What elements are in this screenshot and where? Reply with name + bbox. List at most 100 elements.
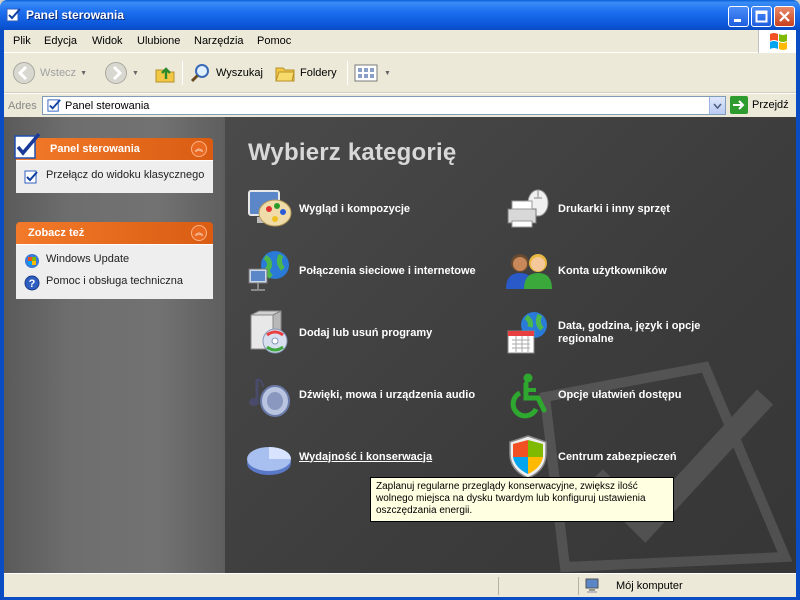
user-accounts-icon [506, 254, 552, 289]
folders-icon [275, 67, 295, 82]
category-tooltip: Zaplanuj regularne przeglądy konserwacyj… [370, 477, 674, 522]
performance-icon [247, 447, 291, 475]
minimize-icon [734, 19, 741, 22]
go-arrow-icon [730, 96, 748, 114]
address-bar: Adres Panel sterowania Przejdź [4, 93, 796, 117]
control-panel-icon [6, 8, 21, 22]
task-label: Pomoc i obsługa techniczna [46, 275, 183, 287]
folder-up-icon [155, 67, 175, 83]
collapse-chevron-icon[interactable]: ︽ [191, 225, 207, 241]
category-label: Opcje ułatwień dostępu [558, 388, 682, 401]
category-label: Dźwięki, mowa i urządzenia audio [299, 388, 476, 401]
category-label: Konta użytkowników [558, 264, 667, 277]
maximize-button[interactable] [751, 6, 772, 27]
menu-edit[interactable]: Edycja [44, 35, 77, 47]
window-border-right [796, 30, 800, 600]
category-appearance[interactable]: Wygląd i kompozycje [245, 185, 410, 233]
folders-label: Foldery [300, 67, 337, 79]
category-printers[interactable]: Drukarki i inny sprzęt [504, 185, 670, 233]
category-security-center[interactable]: Centrum zabezpieczeń [504, 433, 677, 481]
folders-button[interactable]: Foldery [274, 61, 337, 85]
svg-text:?: ? [29, 278, 36, 290]
back-label: Wstecz [40, 67, 77, 79]
address-value: Panel sterowania [65, 100, 150, 112]
appearance-icon [248, 190, 292, 227]
section-title: Zobacz też [28, 227, 85, 239]
close-button[interactable] [774, 6, 795, 27]
help-support-link[interactable]: ? Pomoc i obsługa techniczna [24, 275, 205, 291]
control-panel-section: Panel sterowania ︽ Przełącz do widoku kl… [14, 132, 213, 193]
toolbar-separator [347, 61, 348, 85]
section-body: Windows Update ? Pomoc i obsługa technic… [16, 244, 213, 299]
go-button[interactable]: Przejdź [730, 96, 789, 114]
search-button[interactable]: Wyszukaj [190, 61, 263, 85]
see-also-section-header[interactable]: Zobacz też ︽ [16, 222, 213, 244]
menu-file[interactable]: Plik [13, 35, 31, 47]
back-dropdown-icon[interactable]: ▼ [80, 70, 87, 77]
title-bar[interactable]: Panel sterowania [0, 0, 800, 30]
category-user-accounts[interactable]: Konta użytkowników [504, 247, 667, 295]
date-time-icon [507, 312, 547, 354]
category-add-remove-programs[interactable]: Dodaj lub usuń programy [245, 309, 432, 357]
task-label: Windows Update [46, 253, 130, 265]
category-date-time[interactable]: Data, godzina, język i opcje regionalne [504, 309, 728, 357]
maximize-icon [755, 10, 768, 23]
forward-button[interactable]: ▼ [104, 61, 139, 85]
printer-icon [507, 189, 549, 228]
forward-dropdown-icon[interactable]: ▼ [132, 70, 139, 77]
address-label: Adres [8, 100, 37, 112]
close-icon [779, 11, 790, 22]
switch-view-icon [24, 170, 38, 184]
page-title: Wybierz kategorię [248, 139, 457, 166]
control-panel-icon [14, 132, 41, 159]
windows-flag-icon [770, 33, 787, 50]
category-label: Centrum zabezpieczeń [558, 450, 677, 463]
category-performance[interactable]: Wydajność i konserwacja [245, 433, 432, 481]
status-cell [578, 577, 792, 595]
category-label: Wydajność i konserwacja [299, 450, 433, 463]
windows-logo [758, 30, 796, 53]
control-panel-icon [47, 99, 61, 112]
go-label: Przejdź [752, 99, 789, 111]
category-label: Dodaj lub usuń programy [299, 326, 433, 339]
see-also-section: Zobacz też ︽ Windows Update ? Pomoc i ob… [16, 222, 213, 299]
views-button[interactable]: ▼ [354, 61, 391, 85]
status-cell [498, 577, 578, 595]
switch-classic-view-link[interactable]: Przełącz do widoku klasycznego [24, 169, 205, 185]
menu-view[interactable]: Widok [92, 35, 123, 47]
control-panel-section-header[interactable]: Panel sterowania ︽ [14, 132, 213, 160]
search-icon [190, 64, 209, 83]
chevron-down-icon [713, 102, 722, 109]
sounds-icon [249, 378, 290, 417]
toolbar-separator [182, 61, 183, 85]
minimize-button[interactable] [728, 6, 749, 27]
task-pane: Panel sterowania ︽ Przełącz do widoku kl… [4, 117, 225, 573]
address-dropdown-button[interactable] [709, 97, 725, 114]
menu-help[interactable]: Pomoc [257, 35, 291, 47]
task-label: Przełącz do widoku klasycznego [46, 169, 205, 181]
section-body: Przełącz do widoku klasycznego [16, 160, 213, 193]
category-label: Drukarki i inny sprzęt [558, 202, 670, 215]
status-bar: Mój komputer [4, 573, 796, 597]
back-button[interactable]: Wstecz ▼ [12, 61, 87, 85]
views-dropdown-icon[interactable]: ▼ [384, 70, 391, 77]
address-input[interactable]: Panel sterowania [42, 96, 726, 115]
category-network[interactable]: Połączenia sieciowe i internetowe [245, 247, 476, 295]
menu-favorites[interactable]: Ulubione [137, 35, 180, 47]
category-label: Wygląd i kompozycje [299, 202, 411, 215]
collapse-chevron-icon[interactable]: ︽ [191, 141, 207, 157]
windows-update-icon [25, 254, 39, 268]
up-button[interactable] [154, 61, 176, 85]
network-icon [248, 251, 289, 291]
section-title: Panel sterowania [50, 143, 140, 155]
windows-update-link[interactable]: Windows Update [24, 253, 205, 269]
help-icon: ? [24, 275, 40, 291]
accessibility-icon [510, 373, 547, 419]
my-computer-icon [585, 578, 599, 593]
back-arrow-icon [13, 62, 35, 84]
category-accessibility[interactable]: Opcje ułatwień dostępu [504, 371, 681, 419]
category-label: Połączenia sieciowe i internetowe [299, 264, 476, 277]
menu-tools[interactable]: Narzędzia [194, 35, 244, 47]
toolbar: Wstecz ▼ ▼ Wyszukaj Foldery ▼ [4, 53, 796, 93]
category-sounds[interactable]: Dźwięki, mowa i urządzenia audio [245, 371, 475, 419]
